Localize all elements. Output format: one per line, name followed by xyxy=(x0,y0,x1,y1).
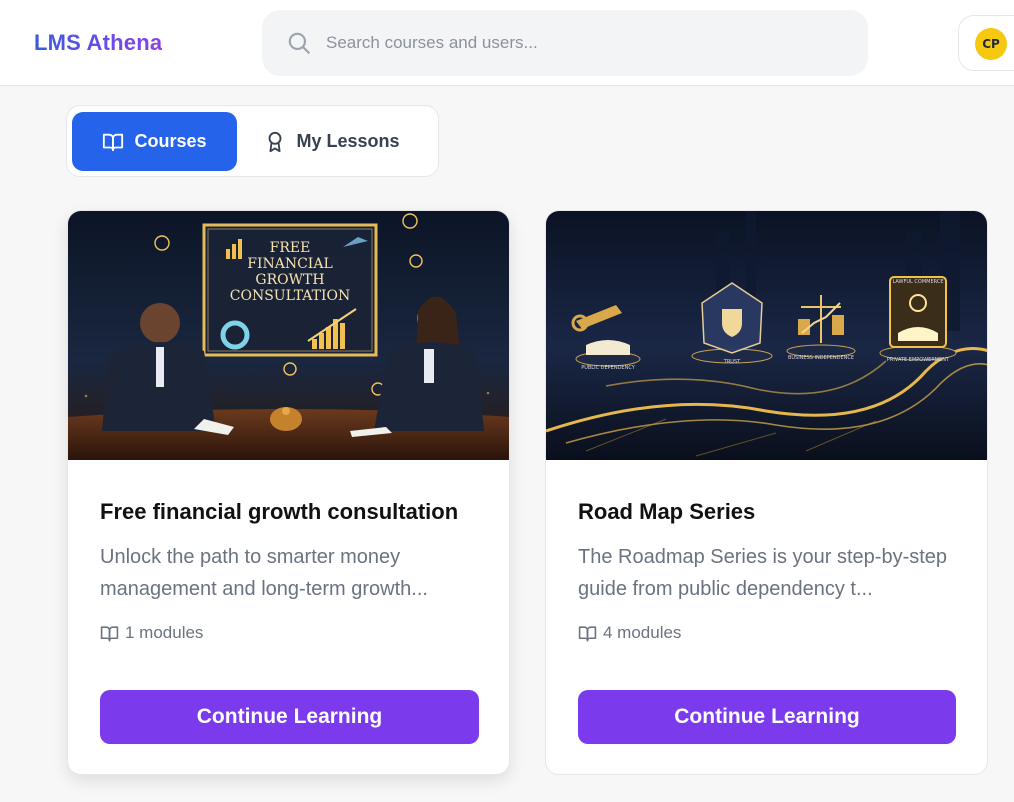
course-title[interactable]: Road Map Series xyxy=(578,499,968,525)
thumb-headline-line-4: CONSULTATION xyxy=(230,288,351,304)
thumb-label-private-empowerment: PRIVATE EMPOWERMENT xyxy=(887,357,950,363)
course-description: Unlock the path to smarter money managem… xyxy=(100,546,428,600)
course-card[interactable]: PUBLIC DEPENDENCY TRUST BUSINESS INDEPEN… xyxy=(545,210,988,775)
module-count: 4 modules xyxy=(578,623,681,643)
module-count: 1 modules xyxy=(100,623,203,643)
book-open-icon xyxy=(578,625,597,641)
continue-learning-button[interactable]: Continue Learning xyxy=(578,690,956,744)
thumb-headline-line-3: GROWTH xyxy=(255,272,324,288)
course-card[interactable]: FREE FINANCIAL GROWTH CONSULTATION Free … xyxy=(67,210,510,775)
thumb-headline-line-2: FINANCIAL xyxy=(247,256,333,272)
course-description: The Roadmap Series is your step-by-step … xyxy=(578,546,948,600)
course-title[interactable]: Free financial growth consultation xyxy=(100,499,490,525)
thumb-headline-line-1: FREE xyxy=(270,240,311,256)
tab-my-lessons[interactable]: My Lessons xyxy=(252,112,412,171)
continue-learning-button[interactable]: Continue Learning xyxy=(100,690,479,744)
tab-courses[interactable]: Courses xyxy=(72,112,237,171)
avatar[interactable]: CP xyxy=(975,28,1007,60)
thumb-label-lawful-commerce: LAWFUL COMMERCE xyxy=(893,279,944,285)
brand-logo[interactable]: LMS Athena xyxy=(34,30,162,56)
thumb-label-trust: TRUST xyxy=(723,359,741,365)
user-menu[interactable]: CP xyxy=(958,15,1014,71)
book-open-icon xyxy=(100,625,119,641)
book-open-icon xyxy=(103,133,124,151)
course-thumbnail-financial: FREE FINANCIAL GROWTH CONSULTATION xyxy=(68,211,509,460)
thumb-label-public-dependency: PUBLIC DEPENDENCY xyxy=(581,365,636,371)
tab-my-lessons-label: My Lessons xyxy=(296,131,400,151)
module-count-text: 1 modules xyxy=(125,623,204,642)
top-header: LMS Athena CP xyxy=(0,0,1014,86)
search-icon xyxy=(288,32,310,54)
search-input[interactable] xyxy=(326,26,846,60)
thumb-label-business-independence: BUSINESS INDEPENDENCE xyxy=(788,355,854,361)
award-icon xyxy=(269,131,282,152)
module-count-text: 4 modules xyxy=(603,623,682,642)
course-thumbnail-roadmap: PUBLIC DEPENDENCY TRUST BUSINESS INDEPEN… xyxy=(546,211,987,460)
tab-courses-label: Courses xyxy=(134,131,207,151)
view-tabs: Courses My Lessons xyxy=(66,105,439,177)
search-bar[interactable] xyxy=(262,10,868,76)
